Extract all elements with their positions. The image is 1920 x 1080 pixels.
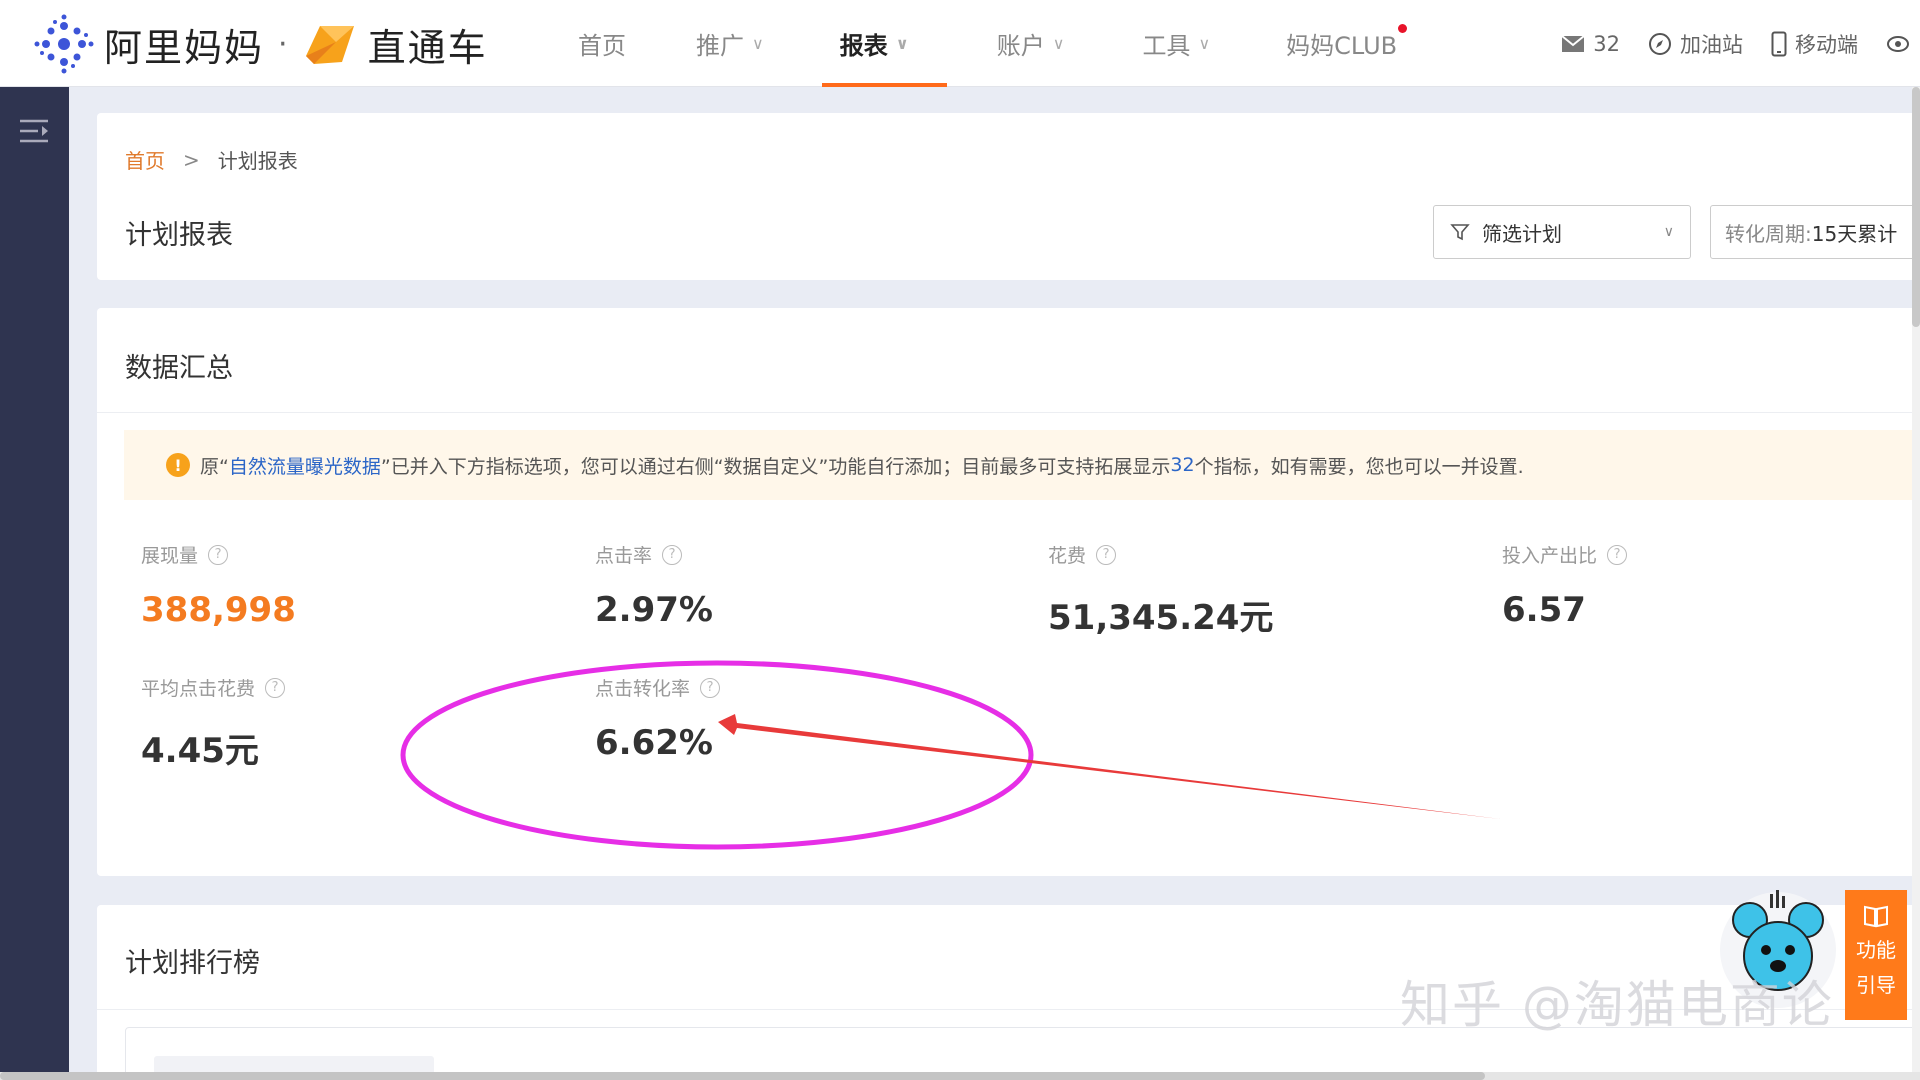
annotation-arrow xyxy=(718,714,1500,819)
annotation-circle xyxy=(400,660,1034,850)
guide-line2: 引导 xyxy=(1856,973,1896,997)
horizontal-scrollbar-thumb[interactable] xyxy=(0,1072,1485,1080)
guide-line1: 功能 xyxy=(1856,938,1896,962)
watermark: 知乎 @淘猫电商论 xyxy=(1400,976,1834,1034)
annotation-overlay xyxy=(400,660,1500,850)
feature-guide-button[interactable]: 功能 引导 xyxy=(1845,890,1907,1020)
book-icon xyxy=(1864,905,1888,928)
vertical-scrollbar-thumb[interactable] xyxy=(1912,87,1920,327)
